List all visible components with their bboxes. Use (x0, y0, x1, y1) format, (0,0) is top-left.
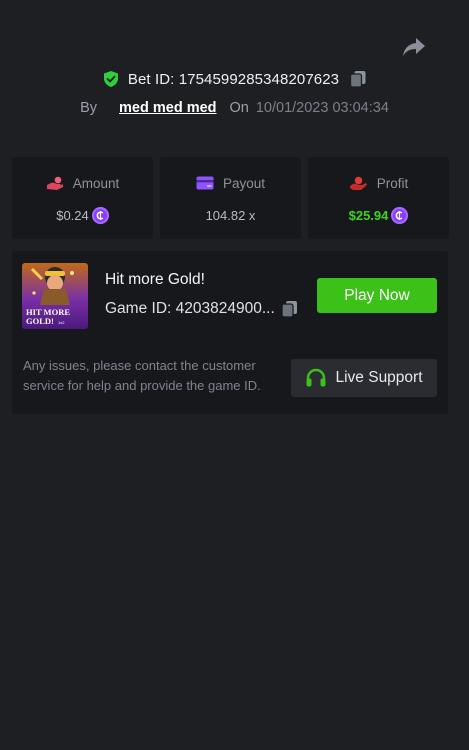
payout-stat-header: Payout (196, 174, 265, 192)
amount-label: Amount (72, 175, 120, 191)
card-icon (196, 176, 214, 190)
amount-value-row: $0.24 (56, 205, 109, 225)
play-now-button[interactable]: Play Now (317, 278, 437, 313)
profit-stat: Profit $25.94 (308, 157, 449, 239)
live-support-button[interactable]: Live Support (291, 359, 437, 397)
profit-stat-header: Profit (349, 174, 409, 192)
bet-details-page: Bet ID: 1754599285348207623 By med med m… (0, 0, 469, 750)
by-label: By (80, 100, 98, 116)
game-thumbnail[interactable]: HIT MORE GOLD! 1x2 (22, 263, 88, 329)
payout-value: 104.82 x (205, 207, 256, 223)
bet-stats: Amount $0.24 Payout 104.82 x Profit $25.… (12, 157, 449, 239)
username-link[interactable]: med med med (119, 100, 217, 116)
coin-icon (91, 206, 109, 224)
copy-game-id-icon[interactable] (281, 300, 298, 318)
game-id-row: Game ID: 4203824900... (105, 300, 298, 318)
hand-profit-icon (349, 176, 367, 190)
bet-meta-row: By med med med On 10/01/2023 03:04:34 (0, 96, 469, 120)
profit-value-row: $25.94 (349, 205, 409, 225)
on-label: On (229, 100, 249, 116)
game-title: Hit more Gold! (105, 271, 205, 288)
bet-datetime: 10/01/2023 03:04:34 (255, 100, 389, 116)
verified-shield-icon (103, 71, 118, 87)
support-message: Any issues, please contact the customer … (23, 358, 261, 393)
game-id-text: Game ID: 4203824900... (105, 300, 275, 317)
copy-bet-id-icon[interactable] (349, 70, 367, 88)
share-button[interactable] (400, 34, 428, 60)
amount-stat-header: Amount (46, 174, 120, 192)
thumb-title-line2: GOLD! (26, 316, 54, 326)
profit-label: Profit (376, 175, 409, 191)
live-support-label: Live Support (335, 369, 423, 386)
payout-value-row: 104.82 x (206, 205, 256, 225)
hand-coin-icon (46, 176, 63, 190)
payout-label: Payout (222, 175, 266, 191)
payout-stat: Payout 104.82 x (160, 157, 301, 239)
thumb-brand: 1x2 (58, 320, 65, 325)
share-icon (403, 38, 425, 56)
bet-id-text: Bet ID: 1754599285348207623 (127, 70, 340, 88)
game-card: HIT MORE GOLD! 1x2 Hit more Gold! Game I… (12, 251, 448, 414)
game-art-image: HIT MORE GOLD! 1x2 (22, 263, 88, 329)
headset-icon (306, 368, 326, 387)
amount-stat: Amount $0.24 (12, 157, 153, 239)
coin-icon (391, 206, 409, 224)
profit-value: $25.94 (348, 207, 389, 223)
amount-value: $0.24 (56, 207, 89, 223)
bet-id-row: Bet ID: 1754599285348207623 (0, 66, 469, 92)
